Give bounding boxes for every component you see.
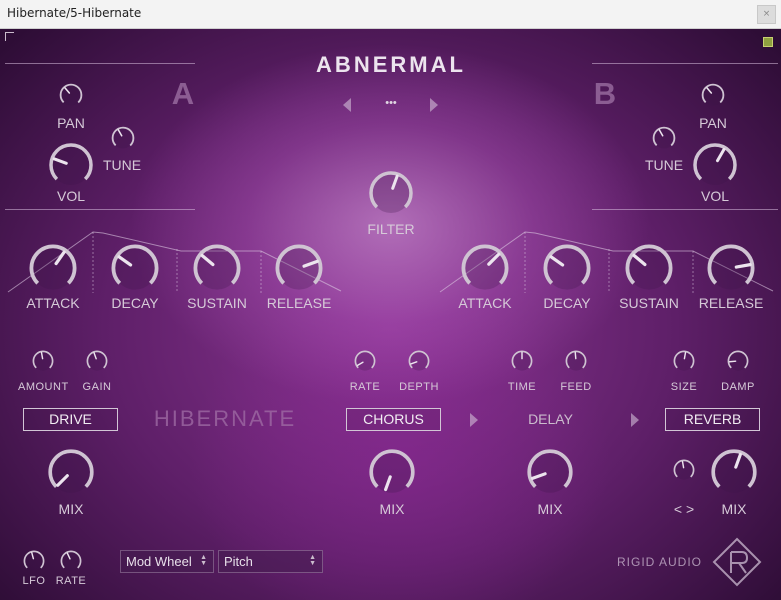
delay-feed-knob[interactable] [564, 349, 588, 373]
layer-b-letter: B [593, 76, 617, 111]
drive-amount-label: AMOUNT [18, 381, 69, 393]
drive-amount-knob[interactable] [31, 349, 55, 373]
decay-a-knob[interactable] [108, 241, 162, 295]
mod-target-select[interactable]: Pitch ▲ ▼ [218, 550, 323, 573]
divider [592, 209, 778, 210]
delay-feed-label: FEED [560, 381, 592, 393]
filter-knob[interactable] [366, 168, 416, 218]
lfo-label: LFO [22, 575, 46, 587]
plugin-panel: ABNERMAL ••• A B PAN TUNE VOL PAN TUNE V… [0, 29, 781, 600]
pan-a-label: PAN [57, 115, 85, 131]
divider [592, 63, 778, 64]
lfo-rate-knob[interactable] [59, 549, 83, 573]
delay-mix-knob[interactable] [524, 446, 576, 498]
chorus-depth-label: DEPTH [399, 381, 439, 393]
chorus-button[interactable]: CHORUS [346, 408, 441, 431]
chorus-to-delay-arrow-icon [470, 413, 478, 427]
release-a-label: RELEASE [266, 295, 332, 311]
delay-mix-label: MIX [537, 501, 563, 517]
next-preset-button[interactable] [430, 98, 438, 112]
vol-a-label: VOL [56, 188, 85, 204]
release-a-knob[interactable] [272, 241, 326, 295]
drive-mix-label: MIX [58, 501, 84, 517]
attack-a-knob[interactable] [26, 241, 80, 295]
pan-b-knob[interactable] [700, 82, 726, 108]
chorus-mix-label: MIX [379, 501, 405, 517]
divider [5, 209, 195, 210]
prev-preset-button[interactable] [343, 98, 351, 112]
lfo-knob[interactable] [22, 549, 46, 573]
close-button[interactable]: × [757, 5, 776, 24]
reverb-mix-label: MIX [721, 501, 747, 517]
status-led-icon [763, 37, 773, 47]
chorus-rate-label: RATE [349, 381, 381, 393]
hibernate-logo: HIBERNATE [153, 406, 297, 431]
rigid-audio-logo-icon [712, 537, 762, 587]
delay-to-reverb-arrow-icon [631, 413, 639, 427]
vol-b-knob[interactable] [690, 140, 740, 190]
reverb-width-knob[interactable] [672, 458, 696, 482]
chorus-depth-knob[interactable] [407, 349, 431, 373]
delay-button[interactable]: DELAY [503, 411, 598, 427]
preset-name: ABNERMAL [316, 52, 466, 77]
preset-menu-button[interactable]: ••• [376, 97, 406, 109]
vol-a-knob[interactable] [46, 140, 96, 190]
tune-b-knob[interactable] [651, 125, 677, 151]
decay-b-knob[interactable] [540, 241, 594, 295]
vol-b-label: VOL [700, 188, 729, 204]
mod-target-value: Pitch [224, 554, 253, 569]
filter-label: FILTER [367, 221, 415, 237]
attack-b-knob[interactable] [458, 241, 512, 295]
tune-a-knob[interactable] [110, 125, 136, 151]
decay-b-label: DECAY [543, 295, 591, 311]
corner-bracket-icon [5, 32, 14, 41]
pan-b-label: PAN [699, 115, 727, 131]
window-titlebar: Hibernate/5-Hibernate × [0, 0, 781, 29]
delay-time-knob[interactable] [510, 349, 534, 373]
mod-source-select[interactable]: Mod Wheel ▲ ▼ [120, 550, 214, 573]
delay-time-label: TIME [507, 381, 537, 393]
drive-gain-knob[interactable] [85, 349, 109, 373]
tune-b-label: TUNE [644, 157, 684, 173]
attack-a-label: ATTACK [26, 295, 80, 311]
reverb-width-label: < > [673, 501, 695, 517]
tune-a-label: TUNE [102, 157, 142, 173]
lfo-rate-label: RATE [55, 575, 87, 587]
release-b-knob[interactable] [704, 241, 758, 295]
updown-arrows-icon: ▲ ▼ [309, 554, 316, 567]
decay-a-label: DECAY [111, 295, 159, 311]
sustain-b-label: SUSTAIN [619, 295, 679, 311]
pan-a-knob[interactable] [58, 82, 84, 108]
reverb-size-label: SIZE [670, 381, 698, 393]
reverb-damp-label: DAMP [721, 381, 755, 393]
drive-mix-knob[interactable] [45, 446, 97, 498]
brand-name: RIGID AUDIO [616, 555, 702, 569]
updown-arrows-icon: ▲ ▼ [200, 554, 207, 567]
drive-button[interactable]: DRIVE [23, 408, 118, 431]
reverb-mix-knob[interactable] [708, 446, 760, 498]
chorus-mix-knob[interactable] [366, 446, 418, 498]
reverb-size-knob[interactable] [672, 349, 696, 373]
drive-gain-label: GAIN [82, 381, 112, 393]
sustain-b-knob[interactable] [622, 241, 676, 295]
reverb-button[interactable]: REVERB [665, 408, 760, 431]
sustain-a-label: SUSTAIN [187, 295, 247, 311]
mod-source-value: Mod Wheel [126, 554, 192, 569]
attack-b-label: ATTACK [458, 295, 512, 311]
layer-a-letter: A [171, 76, 195, 111]
divider [5, 63, 195, 64]
reverb-damp-knob[interactable] [726, 349, 750, 373]
window-title: Hibernate/5-Hibernate [7, 6, 142, 20]
release-b-label: RELEASE [698, 295, 764, 311]
chorus-rate-knob[interactable] [353, 349, 377, 373]
sustain-a-knob[interactable] [190, 241, 244, 295]
